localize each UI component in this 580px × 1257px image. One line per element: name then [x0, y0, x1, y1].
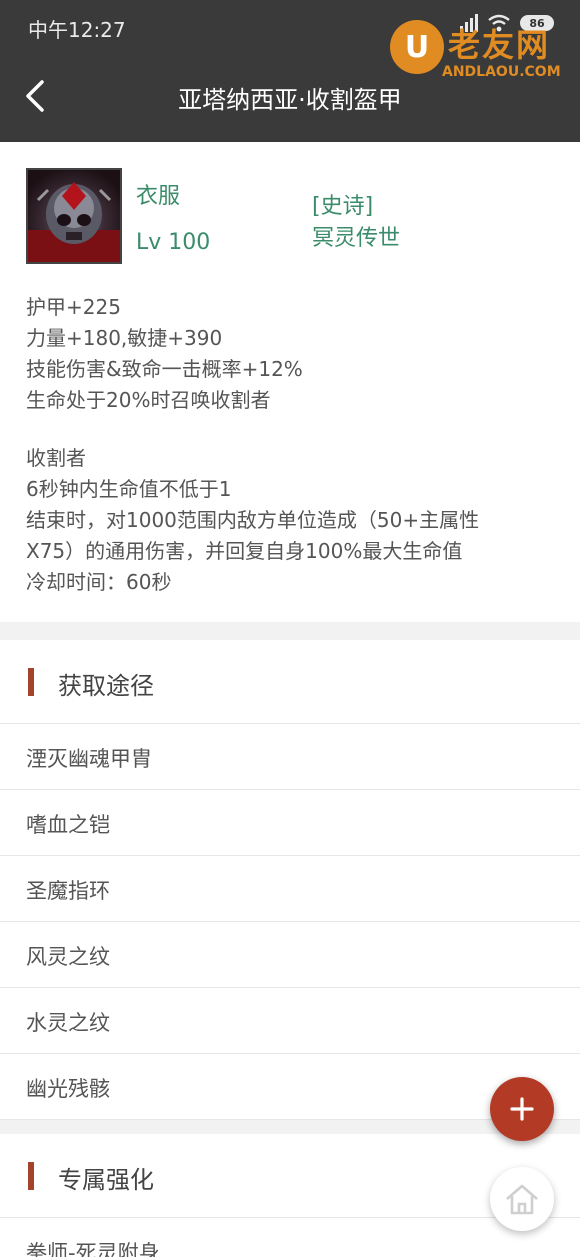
section-title: 专属强化 — [58, 1166, 154, 1194]
status-time: 中午12:27 — [28, 18, 126, 42]
section-accent-bar — [28, 668, 34, 696]
attribute-line: 力量+180,敏捷+390 — [26, 326, 223, 350]
add-button[interactable] — [490, 1077, 554, 1141]
section-header: 获取途径 — [0, 640, 580, 724]
section-title: 获取途径 — [58, 672, 154, 700]
list-item-label: 湮灭幽魂甲胄 — [26, 747, 152, 771]
item-set-name: 冥灵传世 — [312, 226, 401, 251]
list-item[interactable]: 湮灭幽魂甲胄 — [0, 724, 580, 790]
list-item-label: 风灵之纹 — [26, 945, 110, 969]
page-title: 亚塔纳西亚·收割盔甲 — [178, 86, 402, 114]
home-button[interactable] — [490, 1167, 554, 1231]
skill-line: X75）的通用伤害，并回复自身100%最大生命值 — [26, 539, 463, 563]
list-item-label: 圣魔指环 — [26, 879, 110, 903]
list-item-label: 水灵之纹 — [26, 1011, 110, 1035]
skill-name: 收割者 — [26, 446, 86, 470]
list-item[interactable]: 圣魔指环 — [0, 856, 580, 922]
item-attributes: 护甲+225 力量+180,敏捷+390 技能伤害&致命一击概率+12% 生命处… — [26, 292, 556, 416]
list-item[interactable]: 拳师-死灵附身 — [0, 1218, 580, 1257]
attribute-line: 技能伤害&致命一击概率+12% — [26, 357, 303, 381]
list-item[interactable]: 嗜血之铠 — [0, 790, 580, 856]
plus-icon — [510, 1097, 534, 1121]
skill-line: 6秒钟内生命值不低于1 — [26, 477, 232, 501]
skull-armor-icon — [26, 168, 122, 264]
skill-line: 结束时，对1000范围内敌方单位造成（50+主属性 — [26, 508, 480, 532]
item-quality: [史诗] — [312, 194, 374, 219]
list-item[interactable]: 风灵之纹 — [0, 922, 580, 988]
attribute-line: 生命处于20%时召唤收割者 — [26, 388, 271, 412]
site-watermark: U 老友网 ANDLAOU.COM — [388, 16, 568, 86]
list-item-label: 拳师-死灵附身 — [26, 1241, 160, 1257]
home-icon — [506, 1184, 538, 1215]
top-bar: 中午12:27 86 U 老友网 ANDLAOU.COM 亚塔纳西亚·收割盔甲 — [0, 0, 580, 142]
obtain-section: 获取途径 湮灭幽魂甲胄 嗜血之铠 圣魔指环 风灵之纹 水灵之纹 幽光残骸 — [0, 640, 580, 1120]
watermark-url: ANDLAOU.COM — [442, 64, 561, 80]
list-item[interactable]: 水灵之纹 — [0, 988, 580, 1054]
list-item-label: 嗜血之铠 — [26, 813, 110, 837]
section-accent-bar — [28, 1162, 34, 1190]
watermark-text: 老友网 — [448, 26, 551, 64]
item-level: Lv 100 — [136, 230, 211, 255]
watermark-logo: U — [390, 20, 444, 74]
item-type: 衣服 — [136, 184, 181, 209]
attribute-line: 护甲+225 — [26, 295, 121, 319]
list-item-label: 幽光残骸 — [26, 1077, 110, 1101]
item-skill: 收割者 6秒钟内生命值不低于1 结束时，对1000范围内敌方单位造成（50+主属… — [26, 443, 556, 598]
skill-cooldown: 冷却时间：60秒 — [26, 570, 172, 594]
